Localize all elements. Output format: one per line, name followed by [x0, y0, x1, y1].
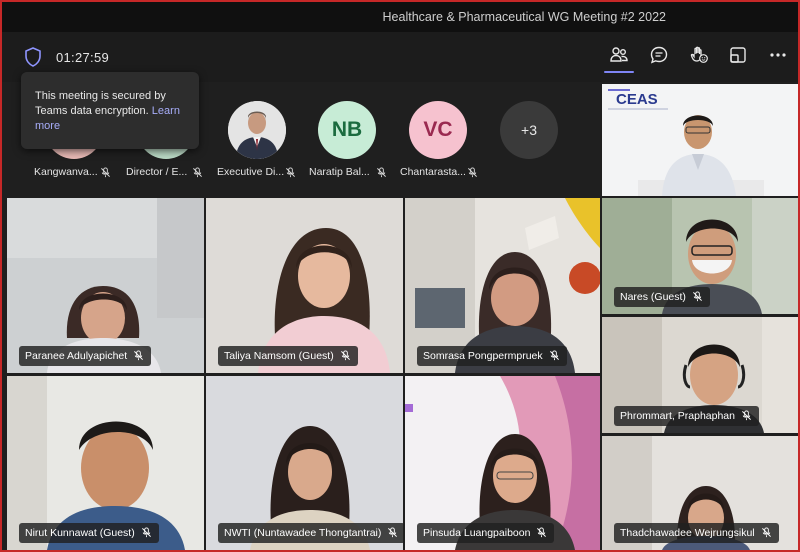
mic-off-icon — [549, 350, 560, 361]
mic-off-icon — [285, 167, 296, 178]
video-tile[interactable]: Taliya Namsom (Guest) — [206, 198, 403, 373]
mic-off-icon — [692, 291, 703, 302]
participant-name: Paranee Adulyapichet — [25, 350, 128, 362]
mic-off-icon — [761, 527, 772, 538]
participant-label: Director / E... — [126, 166, 188, 178]
mic-off-icon — [100, 167, 111, 178]
avatar[interactable]: VC — [409, 101, 467, 159]
title-bar: Healthcare & Pharmaceutical WG Meeting #… — [2, 2, 798, 32]
shield-icon[interactable] — [24, 47, 42, 67]
participant-label: Kangwanva... — [34, 166, 98, 178]
participant-name: Nares (Guest) — [620, 291, 686, 303]
participant-name: Pinsuda Luangpaiboon — [423, 527, 531, 539]
participant-name-tag: NWTI (Nuntawadee Thongtantrai) — [218, 523, 403, 543]
avatar[interactable]: NB — [318, 101, 376, 159]
participant-name-tag: Nares (Guest) — [614, 287, 710, 307]
participant-name-tag: Thadchawadee Wejrungsikul — [614, 523, 779, 543]
participant-name: Somrasa Pongpermpruek — [423, 350, 543, 362]
meeting-title: Healthcare & Pharmaceutical WG Meeting #… — [382, 10, 666, 24]
video-tile[interactable]: Nares (Guest) — [602, 198, 798, 314]
participant-name-tag: Somrasa Pongpermpruek — [417, 346, 567, 366]
more-icon — [768, 45, 788, 70]
participant-name-tag: Paranee Adulyapichet — [19, 346, 152, 366]
raise-hand-icon — [689, 45, 709, 70]
mic-off-icon — [741, 410, 752, 421]
encryption-tooltip: This meeting is secured by Teams data en… — [21, 72, 199, 149]
more-options-button[interactable] — [765, 44, 791, 70]
presenter-video: CEAS — [602, 84, 798, 196]
video-tile[interactable]: Nirut Kunnawat (Guest) — [7, 376, 204, 550]
mic-off-icon — [387, 527, 398, 538]
mic-off-icon — [376, 167, 387, 178]
participant-name: Thadchawadee Wejrungsikul — [620, 527, 755, 539]
video-tile-presenter[interactable]: CEAS — [602, 84, 798, 196]
participant-name-tag: Pinsuda Luangpaiboon — [417, 523, 555, 543]
participant-label: Naratip Bal... — [309, 166, 370, 178]
mic-off-icon — [340, 350, 351, 361]
mic-off-icon — [536, 527, 547, 538]
video-tile[interactable]: Pinsuda Luangpaiboon — [405, 376, 600, 550]
video-tile[interactable]: Somrasa Pongpermpruek — [405, 198, 600, 373]
video-tile[interactable]: Thadchawadee Wejrungsikul — [602, 436, 798, 550]
participant-name-tag: Nirut Kunnawat (Guest) — [19, 523, 159, 543]
tooltip-text: This meeting is secured by Teams data en… — [35, 90, 166, 117]
raise-hand-button[interactable] — [686, 44, 712, 70]
mic-off-icon — [192, 167, 203, 178]
participant-name: Taliya Namsom (Guest) — [224, 350, 334, 362]
video-tile[interactable]: Paranee Adulyapichet — [7, 198, 204, 373]
participant-name: NWTI (Nuntawadee Thongtantrai) — [224, 527, 382, 539]
more-participants-button[interactable]: +3 — [500, 101, 558, 159]
meeting-window: Healthcare & Pharmaceutical WG Meeting #… — [0, 0, 800, 552]
chat-icon — [649, 45, 669, 70]
people-icon — [609, 45, 629, 70]
avatar[interactable] — [228, 101, 286, 159]
chat-button[interactable] — [646, 44, 672, 70]
view-icon — [728, 45, 748, 70]
mic-off-icon — [133, 350, 144, 361]
participant-name-tag: Phrommart, Praphaphan — [614, 406, 759, 426]
meeting-timer: 01:27:59 — [56, 50, 110, 65]
mic-off-icon — [467, 167, 478, 178]
participant-label: Chantarasta... — [400, 166, 466, 178]
svg-text:CEAS: CEAS — [616, 91, 658, 108]
mic-off-icon — [141, 527, 152, 538]
view-button[interactable] — [725, 44, 751, 70]
participant-label: Executive Di... — [217, 166, 285, 178]
people-button[interactable] — [604, 44, 634, 73]
participant-name: Phrommart, Praphaphan — [620, 410, 735, 422]
video-tile[interactable]: Phrommart, Praphaphan — [602, 317, 798, 433]
participant-name: Nirut Kunnawat (Guest) — [25, 527, 135, 539]
participant-name-tag: Taliya Namsom (Guest) — [218, 346, 358, 366]
active-tab-indicator — [604, 71, 634, 73]
video-tile[interactable]: NWTI (Nuntawadee Thongtantrai) — [206, 376, 403, 550]
